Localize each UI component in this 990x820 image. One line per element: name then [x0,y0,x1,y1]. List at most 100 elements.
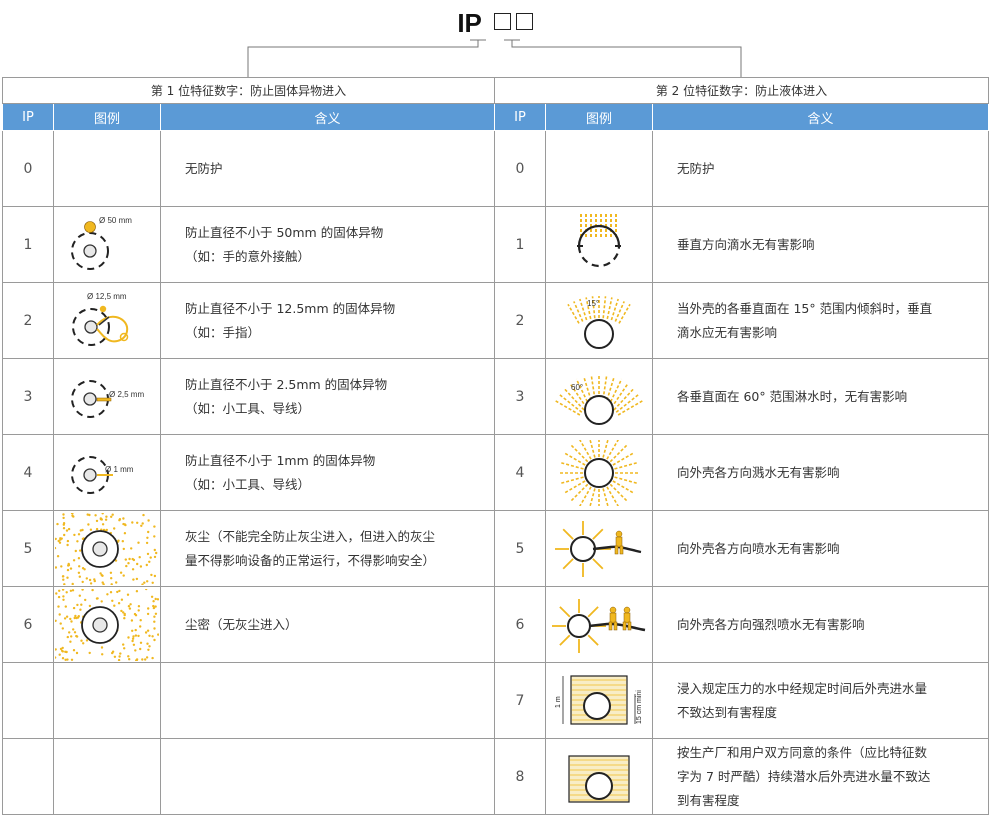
liquid-ip-digit: 2 [494,282,546,359]
solid-meaning-cell: 无防护 [160,130,495,207]
liquid-meaning-cell: 浸入规定压力的水中经规定时间后外壳进水量 不致达到有害程度 [652,662,989,739]
solid-ip-digit: 3 [2,358,54,435]
liquid-meaning-line: 滴水应无有害影响 [677,324,778,340]
solid-meaning-cell: 灰尘（不能完全防止灰尘进入，但进入的灰尘 量不得影响设备的正常运行，不得影响安全） [160,510,495,587]
submersion-icon [545,738,653,815]
col-meaning-header: 含义 [652,103,989,131]
solid-ip-digit: 5 [2,510,54,587]
dust-protected-icon [53,510,161,587]
col-ip-header: IP [494,103,546,131]
solid-ip-digit: 0 [2,130,54,207]
solid-ip-digit: 4 [2,434,54,511]
col-ip-header: IP [2,103,54,131]
solid-ip-digit: 6 [2,586,54,663]
solid-50mm-icon: Ø 50 mm [53,206,161,283]
solid-meaning-line: （如：手指） [185,324,261,340]
liquid-meaning-line: 按生产厂和用户双方同意的条件（应比特征数 [677,744,928,760]
table-row: 3 Ø 2,5 mm 防止直径不小于 2.5mm 的固体异物 （如：小工具、导线） 3… [2,358,989,435]
liquid-ip-digit: 6 [494,586,546,663]
solid-12mm-icon: Ø 12,5 mm [53,282,161,359]
liquid-meaning-cell: 各垂直面在 60° 范围淋水时，无有害影响 [652,358,989,435]
liquid-meaning-line: 不致达到有害程度 [677,704,778,720]
liquid-meaning-line: 无防护 [677,160,715,176]
water-jet-icon [545,510,653,587]
liquid-meaning-cell: 向外壳各方向喷水无有害影响 [652,510,989,587]
solid-meaning-cell: 尘密（无灰尘进入） [160,586,495,663]
col-meaning-header: 含义 [160,103,495,131]
diameter-label: Ø 2,5 mm [109,390,144,399]
solid-figure-cell [53,130,161,207]
second-digit-box [515,13,533,30]
min-depth-label: 15 cm mini [636,689,643,723]
ip-rating-table: 第 1 位特征数字：防止固体异物进入 第 2 位特征数字：防止液体进入 IP 图… [2,77,989,815]
solid-meaning-line: （如：小工具、导线） [185,400,311,416]
solid-meaning-line: 防止直径不小于 1mm 的固体异物 [185,452,376,468]
liquid-figure-cell [545,130,653,207]
solid-meaning-line: （如：小工具、导线） [185,476,311,492]
solid-figure-cell [53,662,161,739]
liquid-meaning-line: 浸入规定压力的水中经规定时间后外壳进水量 [677,680,928,696]
dust-tight-icon [53,586,161,663]
solid-ip-digit: 2 [2,282,54,359]
liquid-ip-digit: 7 [494,662,546,739]
angle-label: 60° [571,383,583,392]
table-row: 1 Ø 50 mm 防止直径不小于 50mm 的固体异物 （如：手的意外接触） 1 垂… [2,206,989,283]
liquid-meaning-line: 垂直方向滴水无有害影响 [677,236,815,252]
col-figure-header: 图例 [545,103,653,131]
solid-section-header: 第 1 位特征数字：防止固体异物进入 [2,77,495,104]
diameter-label: Ø 1 mm [105,465,134,474]
ip-code-label: IP [457,8,482,38]
solid-meaning-cell: 防止直径不小于 1mm 的固体异物 （如：小工具、导线） [160,434,495,511]
solid-ip-digit [2,662,54,739]
table-row: 2 Ø 12,5 mm 防止直径不小于 12.5mm 的固体异物 （如：手指） 2 1… [2,282,989,359]
immersion-icon: 1 m 15 cm mini [545,662,653,739]
liquid-section-header: 第 2 位特征数字：防止液体进入 [494,77,989,104]
liquid-ip-digit: 0 [494,130,546,207]
liquid-ip-digit: 3 [494,358,546,435]
drip-15deg-icon: 15° [545,282,653,359]
spray-60deg-icon: 60° [545,358,653,435]
solid-1mm-icon: Ø 1 mm [53,434,161,511]
solid-meaning-line: 灰尘（不能完全防止灰尘进入，但进入的灰尘 [185,528,436,544]
depth-label: 1 m [555,696,562,708]
liquid-meaning-line: 各垂直面在 60° 范围淋水时，无有害影响 [677,388,908,404]
table-row: 5 灰尘（不能完全防止灰尘进入，但进入的灰尘 量不得影响设备的正常运行，不得影响安… [2,510,989,587]
solid-meaning-cell [160,738,495,815]
solid-meaning-cell: 防止直径不小于 50mm 的固体异物 （如：手的意外接触） [160,206,495,283]
liquid-ip-digit: 5 [494,510,546,587]
solid-meaning-line: 尘密（无灰尘进入） [185,616,298,632]
liquid-meaning-line: 向外壳各方向强烈喷水无有害影响 [677,616,865,632]
solid-meaning-cell [160,662,495,739]
solid-meaning-cell: 防止直径不小于 12.5mm 的固体异物 （如：手指） [160,282,495,359]
table-row: 7 1 m 15 cm mini 浸入规定压力的水中经规定时间后外壳进水量 不致达到… [2,662,989,739]
liquid-meaning-cell: 向外壳各方向溅水无有害影响 [652,434,989,511]
diameter-label: Ø 50 mm [99,216,132,225]
table-row: 8 按生产厂和用户双方同意的条件（应比特征数 字为 7 时严酷）持续潜水后外壳进水… [2,738,989,815]
solid-meaning-line: 量不得影响设备的正常运行，不得影响安全） [185,552,436,568]
ip-code-title: IP [0,8,990,39]
liquid-ip-digit: 8 [494,738,546,815]
liquid-meaning-cell: 垂直方向滴水无有害影响 [652,206,989,283]
solid-meaning-line: （如：手的意外接触） [185,248,311,264]
vertical-drip-icon [545,206,653,283]
liquid-meaning-line: 向外壳各方向喷水无有害影响 [677,540,840,556]
table-row: 4 Ø 1 mm 防止直径不小于 1mm 的固体异物 （如：小工具、导线） 4 向外壳… [2,434,989,511]
splash-icon [545,434,653,511]
solid-meaning-line: 防止直径不小于 50mm 的固体异物 [185,224,384,240]
liquid-ip-digit: 1 [494,206,546,283]
liquid-meaning-line: 当外壳的各垂直面在 15° 范围内倾斜时，垂直 [677,300,933,316]
liquid-meaning-cell: 当外壳的各垂直面在 15° 范围内倾斜时，垂直 滴水应无有害影响 [652,282,989,359]
powerful-jet-icon [545,586,653,663]
table-row: 6 尘密（无灰尘进入） 6 向外壳各方向强烈喷水无有害影响 [2,586,989,663]
solid-meaning-line: 无防护 [185,160,223,176]
solid-figure-cell [53,738,161,815]
liquid-meaning-cell: 无防护 [652,130,989,207]
solid-meaning-line: 防止直径不小于 2.5mm 的固体异物 [185,376,388,392]
liquid-ip-digit: 4 [494,434,546,511]
solid-ip-digit: 1 [2,206,54,283]
solid-meaning-cell: 防止直径不小于 2.5mm 的固体异物 （如：小工具、导线） [160,358,495,435]
solid-ip-digit [2,738,54,815]
liquid-meaning-line: 到有害程度 [677,792,740,808]
table-row: 0 无防护 0 无防护 [2,130,989,207]
solid-2mm-icon: Ø 2,5 mm [53,358,161,435]
